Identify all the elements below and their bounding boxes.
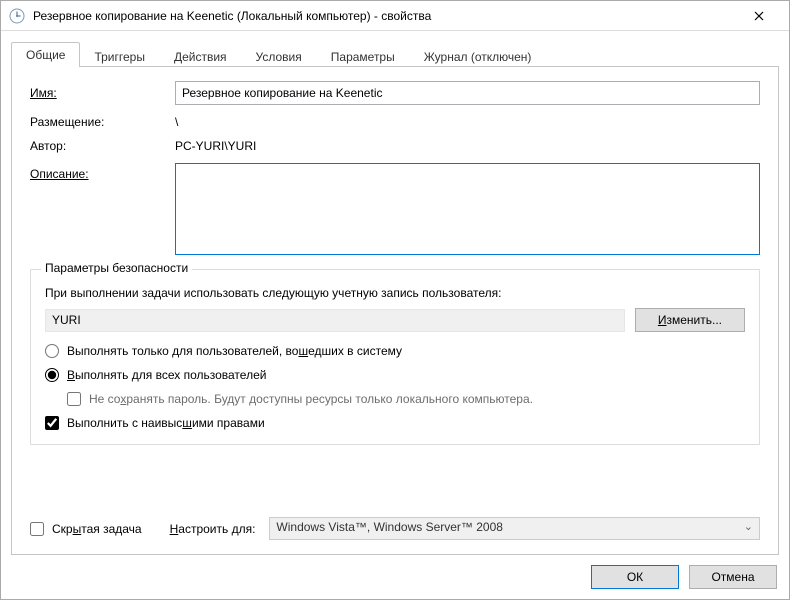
checkbox-no-store-password-input[interactable] (67, 392, 81, 406)
tab-general[interactable]: Общие (11, 42, 80, 67)
name-input[interactable] (175, 81, 760, 105)
author-label: Автор: (30, 139, 175, 153)
checkbox-hidden-task[interactable]: Скрытая задача (30, 522, 142, 536)
tab-actions[interactable]: Действия (159, 44, 242, 69)
name-label: Имя: (30, 86, 175, 100)
checkbox-no-store-password-label: Не сохранять пароль. Будут доступны ресу… (89, 392, 533, 406)
radio-run-all-users-label: Выполнять для всех пользователей (67, 368, 266, 382)
account-display: YURI (45, 309, 625, 332)
security-caption: При выполнении задачи использовать следу… (45, 286, 745, 300)
checkbox-hidden-task-input[interactable] (30, 522, 44, 536)
location-value: \ (175, 115, 760, 129)
configure-for-label: Настроить для: (170, 522, 256, 536)
tab-conditions[interactable]: Условия (241, 44, 317, 69)
tab-strip: Общие Триггеры Действия Условия Параметр… (11, 39, 779, 67)
security-groupbox: Параметры безопасности При выполнении за… (30, 269, 760, 445)
location-label: Размещение: (30, 115, 175, 129)
checkbox-no-store-password[interactable]: Не сохранять пароль. Будут доступны ресу… (67, 392, 745, 406)
description-input[interactable] (175, 163, 760, 255)
checkbox-hidden-task-label: Скрытая задача (52, 522, 142, 536)
change-user-button[interactable]: ИИзменить...зменить... (635, 308, 745, 332)
dialog-window: Резервное копирование на Keenetic (Локал… (0, 0, 790, 600)
ok-button[interactable]: ОК (591, 565, 679, 589)
checkbox-highest-priv[interactable]: Выполнить с наивысшими правами (45, 416, 745, 430)
radio-run-all-users[interactable]: Выполнять для всех пользователей (45, 368, 745, 382)
configure-for-value: Windows Vista™, Windows Server™ 2008 (276, 520, 503, 534)
tab-history[interactable]: Журнал (отключен) (409, 44, 547, 69)
window-title: Резервное копирование на Keenetic (Локал… (33, 9, 736, 23)
description-label: Описание: (30, 163, 175, 181)
radio-run-logged-on[interactable]: Выполнять только для пользователей, воше… (45, 344, 745, 358)
tab-settings[interactable]: Параметры (316, 44, 410, 69)
radio-run-logged-on-input[interactable] (45, 344, 59, 358)
cancel-button[interactable]: Отмена (689, 565, 777, 589)
tab-triggers[interactable]: Триггеры (79, 44, 160, 69)
close-button[interactable] (736, 1, 781, 31)
author-value: PC-YURI\YURI (175, 139, 760, 153)
checkbox-highest-priv-label: Выполнить с наивысшими правами (67, 416, 265, 430)
checkbox-highest-priv-input[interactable] (45, 416, 59, 430)
dialog-button-row: ОК Отмена (11, 555, 779, 589)
title-bar: Резервное копирование на Keenetic (Локал… (1, 1, 789, 31)
radio-run-logged-on-label: Выполнять только для пользователей, воше… (67, 344, 402, 358)
tab-panel-general: Имя: Размещение: \ Автор: PC-YURI\YURI О… (11, 66, 779, 555)
security-legend: Параметры безопасности (41, 261, 192, 275)
radio-run-all-users-input[interactable] (45, 368, 59, 382)
configure-for-combo[interactable]: Windows Vista™, Windows Server™ 2008 (269, 517, 760, 540)
task-scheduler-icon (9, 8, 25, 24)
client-area: Общие Триггеры Действия Условия Параметр… (1, 31, 789, 599)
